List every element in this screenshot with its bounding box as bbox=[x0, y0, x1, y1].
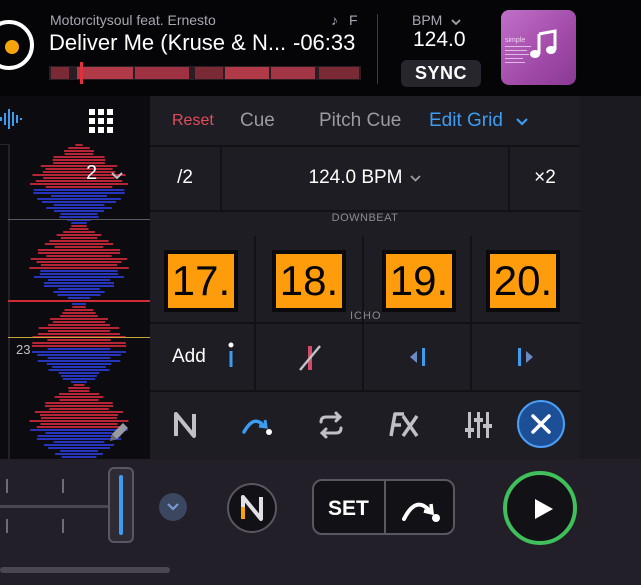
tool-row bbox=[150, 392, 580, 459]
jump-icon[interactable] bbox=[240, 408, 274, 442]
info-icon[interactable] bbox=[226, 342, 236, 368]
sync-button[interactable]: SYNC bbox=[401, 60, 481, 87]
jump-icon[interactable] bbox=[400, 491, 444, 525]
cell-divider bbox=[470, 236, 472, 322]
horizontal-scrollbar[interactable] bbox=[0, 567, 170, 573]
pitch-slider-handle[interactable] bbox=[108, 467, 134, 543]
fx-icon[interactable] bbox=[386, 408, 420, 442]
cell-divider bbox=[362, 324, 364, 390]
track-key: F bbox=[349, 12, 358, 28]
album-cover: simple bbox=[501, 10, 576, 85]
pitch-tick bbox=[6, 479, 8, 493]
cell-divider bbox=[254, 324, 256, 390]
add-grid-marker-button[interactable]: Add bbox=[172, 346, 206, 368]
time-remaining: -06:33 bbox=[293, 30, 356, 55]
waveform-icon[interactable] bbox=[0, 108, 26, 130]
edit-grid-panel: Reset Cue Pitch Cue Edit Grid /2 124.0 B… bbox=[150, 96, 580, 459]
shift-grid-left-icon[interactable] bbox=[408, 346, 430, 368]
grid-action-row: Add bbox=[150, 324, 580, 390]
pitch-tick bbox=[62, 519, 64, 533]
chevron-down-icon bbox=[409, 174, 421, 182]
music-note-icon: ♪ bbox=[331, 12, 338, 28]
right-edge-panel bbox=[580, 96, 641, 459]
bpm-select-value: 124.0 BPM bbox=[308, 167, 403, 188]
bpm-label: BPM bbox=[412, 12, 443, 28]
close-button[interactable] bbox=[517, 400, 565, 448]
cell-divider bbox=[470, 324, 472, 390]
transport-bar: SET bbox=[0, 459, 641, 585]
mode-tabs: Reset Cue Pitch Cue Edit Grid bbox=[150, 96, 580, 146]
close-icon bbox=[531, 414, 551, 434]
pitch-tick bbox=[6, 519, 8, 533]
deck-indicator-icon[interactable] bbox=[0, 20, 34, 70]
set-divider bbox=[384, 481, 386, 533]
delete-marker-icon[interactable] bbox=[296, 344, 324, 372]
track-title: Deliver Me (Kruse & N... bbox=[49, 30, 287, 55]
chevron-down-icon[interactable] bbox=[110, 168, 124, 182]
set-cue-group: SET bbox=[312, 479, 455, 535]
double-bpm-button[interactable]: ×2 bbox=[510, 146, 580, 210]
grid-icon[interactable] bbox=[88, 108, 114, 134]
downbeat-button[interactable]: 19. bbox=[382, 250, 456, 312]
bpm-select[interactable]: 124.0 BPM bbox=[222, 146, 508, 210]
pitch-tick bbox=[62, 479, 64, 493]
chevron-down-icon bbox=[167, 503, 179, 511]
tab-cue[interactable]: Cue bbox=[240, 110, 275, 132]
play-icon bbox=[535, 499, 553, 519]
cell-divider bbox=[254, 236, 256, 322]
neural-mix-icon[interactable] bbox=[168, 408, 202, 442]
downbeat-button[interactable]: 20. bbox=[486, 250, 560, 312]
chevron-down-icon[interactable] bbox=[450, 16, 462, 28]
halve-bpm-button[interactable]: /2 bbox=[150, 146, 220, 210]
beat-marker-label: 23 bbox=[16, 342, 31, 357]
chevron-down-icon[interactable] bbox=[515, 115, 529, 129]
shift-grid-right-icon[interactable] bbox=[514, 346, 536, 368]
bpm-row: /2 124.0 BPM ×2 bbox=[150, 146, 580, 210]
track-overview-waveform[interactable] bbox=[49, 62, 361, 84]
beat-jump-value[interactable]: 2 bbox=[86, 162, 97, 185]
scrolling-waveform[interactable] bbox=[8, 144, 150, 459]
neural-mix-icon bbox=[241, 495, 263, 521]
pencil-icon[interactable] bbox=[106, 419, 132, 445]
header-divider bbox=[377, 14, 378, 84]
music-note-icon bbox=[530, 29, 557, 58]
downbeat-label: DOWNBEAT bbox=[331, 212, 399, 224]
mixer-sliders-icon[interactable] bbox=[462, 408, 496, 442]
tab-edit-grid[interactable]: Edit Grid bbox=[429, 110, 503, 132]
deck-header: Motorcitysoul feat. Ernesto ♪ F Deliver … bbox=[0, 0, 641, 96]
tab-pitch-cue[interactable]: Pitch Cue bbox=[319, 110, 401, 132]
downbeat-button[interactable]: 17. bbox=[164, 250, 238, 312]
pitch-slider-track[interactable] bbox=[0, 505, 120, 508]
waveform-strip: 2 23 bbox=[0, 96, 150, 459]
echo-label: ICHO bbox=[350, 310, 382, 322]
downbeat-button[interactable]: 18. bbox=[272, 250, 346, 312]
loop-icon[interactable] bbox=[314, 408, 348, 442]
track-artist: Motorcitysoul feat. Ernesto bbox=[50, 12, 216, 28]
bpm-value: 124.0 bbox=[413, 28, 466, 51]
cover-text: simple bbox=[505, 37, 526, 44]
play-button[interactable] bbox=[503, 471, 577, 545]
reset-button[interactable]: Reset bbox=[172, 112, 214, 130]
neural-mix-button[interactable] bbox=[227, 483, 277, 533]
set-button[interactable]: SET bbox=[328, 497, 369, 521]
collapse-button[interactable] bbox=[159, 493, 187, 521]
